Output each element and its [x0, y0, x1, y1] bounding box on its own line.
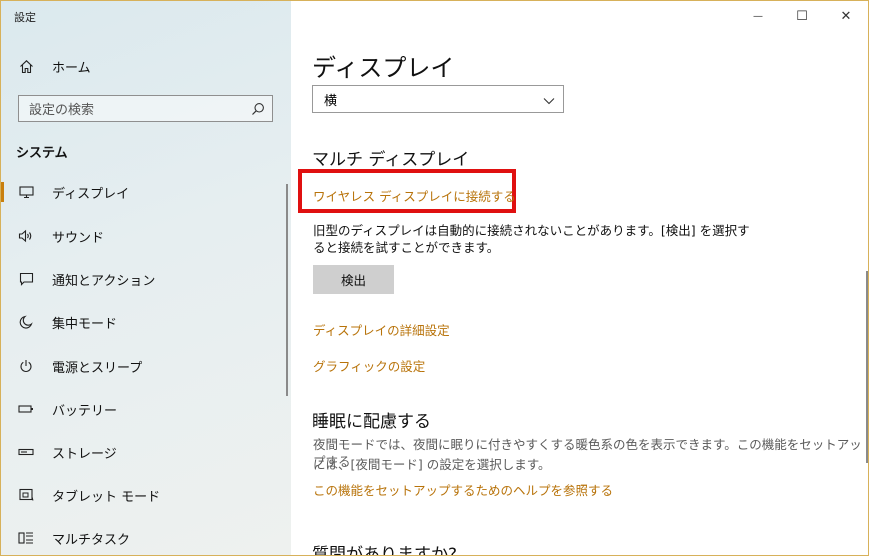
- sidebar-item-label: タブレット モード: [52, 489, 161, 505]
- sidebar-item-label: 集中モード: [52, 316, 118, 332]
- display-icon: [18, 185, 34, 199]
- storage-icon: [18, 448, 34, 456]
- maximize-button[interactable]: ☐: [780, 1, 824, 31]
- sidebar-item-battery[interactable]: バッテリー: [1, 391, 291, 427]
- search-input[interactable]: 設定の検索: [18, 95, 273, 122]
- notification-icon: [18, 272, 34, 286]
- sidebar-item-power[interactable]: 電源とスリープ: [1, 348, 291, 384]
- sidebar-scrollbar[interactable]: [286, 184, 288, 396]
- tablet-mode-icon: [18, 488, 34, 502]
- speaker-icon: [18, 229, 34, 243]
- window-controls: — ☐ ✕: [736, 1, 868, 31]
- search-icon: [251, 102, 265, 120]
- multitask-icon: [18, 531, 34, 545]
- dropdown-value: 横: [324, 93, 338, 109]
- app-title: 設定: [14, 11, 36, 24]
- sidebar-item-label: ホーム: [52, 60, 91, 76]
- search-placeholder: 設定の検索: [29, 103, 95, 118]
- minimize-button[interactable]: —: [736, 1, 780, 31]
- multi-display-title: マルチ ディスプレイ: [312, 150, 470, 170]
- sidebar-item-focus[interactable]: 集中モード: [1, 304, 291, 340]
- sidebar-item-notifications[interactable]: 通知とアクション: [1, 261, 291, 297]
- minimize-icon: —: [753, 10, 763, 22]
- settings-window: 設定 ホーム 設定の検索 システム ディスプレイ サウンド 通知とアクション 集…: [0, 0, 869, 556]
- sidebar-item-label: マルチタスク: [52, 532, 131, 548]
- detect-button[interactable]: 検出: [313, 265, 394, 294]
- main-content: — ☐ ✕ ディスプレイ 横 マルチ ディスプレイ ワイヤレス ディスプレイに接…: [291, 1, 868, 555]
- sidebar-item-label: バッテリー: [52, 403, 118, 419]
- advanced-display-settings-link[interactable]: ディスプレイの詳細設定: [313, 320, 450, 339]
- sleep-section-title: 睡眠に配慮する: [312, 412, 431, 432]
- sidebar-item-label: 通知とアクション: [52, 273, 156, 289]
- chevron-down-icon: [543, 94, 555, 109]
- sidebar-item-multitask[interactable]: マルチタスク: [1, 520, 291, 555]
- sidebar-item-tablet-mode[interactable]: タブレット モード: [1, 477, 291, 513]
- questions-title: 質問がありますか?: [312, 545, 458, 556]
- sidebar-item-label: ディスプレイ: [52, 186, 130, 202]
- sidebar-item-sound[interactable]: サウンド: [1, 218, 291, 254]
- page-title: ディスプレイ: [312, 54, 455, 82]
- sidebar-item-home[interactable]: ホーム: [1, 48, 291, 84]
- power-icon: [18, 359, 34, 373]
- sleep-description-line-2: には、[夜間モード] の設定を選択します。: [313, 457, 551, 472]
- sidebar-item-display[interactable]: ディスプレイ: [1, 174, 291, 210]
- close-button[interactable]: ✕: [824, 1, 868, 31]
- sidebar-item-label: 電源とスリープ: [52, 360, 143, 376]
- graphics-settings-link[interactable]: グラフィックの設定: [313, 356, 425, 375]
- sidebar: 設定 ホーム 設定の検索 システム ディスプレイ サウンド 通知とアクション 集…: [1, 1, 291, 555]
- night-light-help-link[interactable]: この機能をセットアップするためのヘルプを参照する: [313, 480, 613, 499]
- sidebar-section-title: システム: [16, 146, 68, 161]
- sidebar-item-label: サウンド: [52, 230, 105, 246]
- sidebar-item-label: ストレージ: [52, 446, 117, 462]
- close-icon: ✕: [840, 8, 852, 24]
- sidebar-item-storage[interactable]: ストレージ: [1, 434, 291, 470]
- home-icon: [18, 59, 34, 74]
- wireless-display-link[interactable]: ワイヤレス ディスプレイに接続する: [313, 186, 516, 205]
- detect-description-line-2: ると接続を試すことができます。: [313, 240, 500, 255]
- detect-description-line-1: 旧型のディスプレイは自動的に接続されないことがあります。[検出] を選択す: [313, 223, 750, 238]
- orientation-dropdown[interactable]: 横: [312, 85, 564, 113]
- battery-icon: [18, 404, 34, 414]
- content-scrollbar[interactable]: [866, 271, 868, 463]
- maximize-icon: ☐: [796, 8, 808, 24]
- moon-icon: [18, 315, 34, 329]
